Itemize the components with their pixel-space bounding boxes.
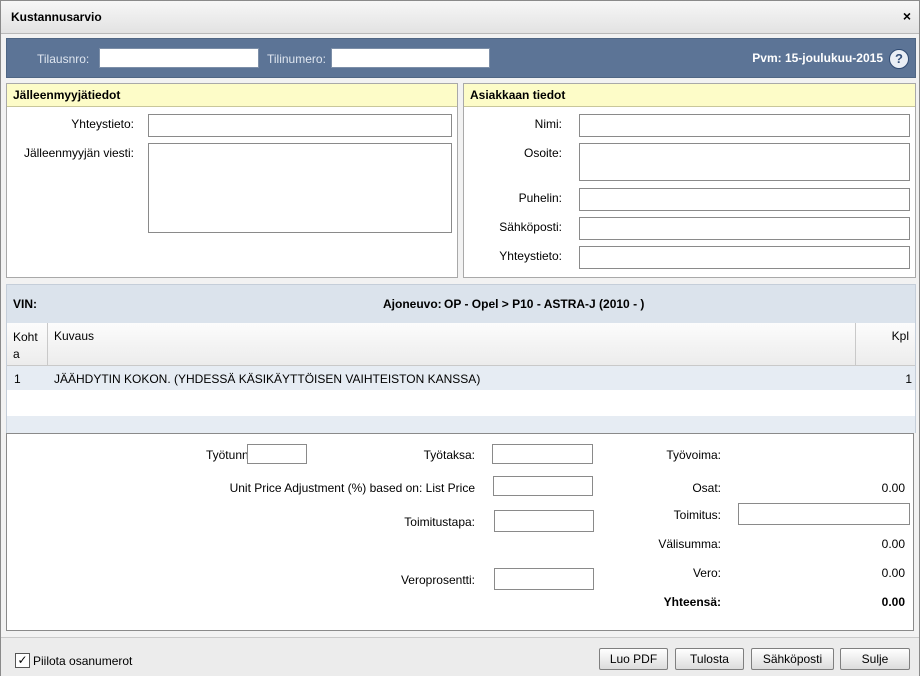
- tax-percent-label: Veroprosentti:: [400, 573, 475, 587]
- print-button[interactable]: Tulosta: [675, 648, 744, 670]
- tax-percent-input[interactable]: [494, 568, 594, 590]
- parts-value: 0.00: [881, 481, 905, 495]
- customer-name-input[interactable]: [579, 114, 910, 137]
- totals-section: Työtunnit: Työtaksa: Unit Price Adjustme…: [6, 433, 914, 631]
- customer-phone-label: Puhelin:: [518, 191, 562, 205]
- customer-contact-label: Yhteystieto:: [499, 249, 562, 263]
- reseller-contact-input[interactable]: [148, 114, 452, 137]
- date-text: Pvm: 15-joulukuu-2015: [752, 51, 883, 65]
- table-row-empty: [7, 390, 915, 416]
- close-icon[interactable]: ×: [903, 8, 911, 24]
- vehicle-label: Ajoneuvo:: [383, 297, 442, 311]
- footer-bar: ✓ Piilota osanumerot Luo PDF Tulosta Säh…: [1, 637, 919, 676]
- total-label: Yhteensä:: [663, 595, 721, 609]
- customer-panel: Asiakkaan tiedot Nimi: Osoite: Puhelin: …: [463, 83, 916, 278]
- reseller-message-textarea[interactable]: [148, 143, 452, 233]
- col-header-description[interactable]: Kuvaus: [48, 323, 856, 365]
- items-table: Koht a Kuvaus Kpl 1 JÄÄHDYTIN KOKON. (YH…: [6, 323, 916, 433]
- subtotal-label: Välisumma:: [658, 537, 721, 551]
- customer-address-input[interactable]: [579, 143, 910, 181]
- vehicle-value: OP - Opel > P10 - ASTRA-J (2010 - ): [444, 297, 645, 311]
- customer-email-input[interactable]: [579, 217, 910, 240]
- subtotal-value: 0.00: [881, 537, 905, 551]
- title-bar[interactable]: Kustannusarvio ×: [1, 1, 919, 34]
- hide-part-numbers-checkbox[interactable]: ✓: [15, 653, 30, 668]
- dialog-title: Kustannusarvio: [11, 10, 102, 24]
- price-adjust-input[interactable]: [493, 476, 593, 496]
- col-header-qty[interactable]: Kpl: [856, 323, 915, 365]
- delivery-method-label: Toimitustapa:: [404, 515, 475, 529]
- table-row[interactable]: 1 JÄÄHDYTIN KOKON. (YHDESSÄ KÄSIKÄYTTÖIS…: [7, 366, 915, 390]
- order-no-label: Tilausnro:: [37, 52, 90, 66]
- vehicle-bar: VIN: Ajoneuvo: OP - Opel > P10 - ASTRA-J…: [6, 284, 916, 324]
- help-icon[interactable]: ?: [889, 49, 909, 69]
- order-no-input[interactable]: [99, 48, 259, 68]
- price-adjust-label: Unit Price Adjustment (%) based on: List…: [229, 481, 475, 495]
- col-header-item[interactable]: Koht a: [7, 323, 48, 365]
- table-row-empty: [7, 416, 915, 433]
- order-bar: Tilausnro: Tilinumero: Pvm: 15-joulukuu-…: [6, 38, 916, 78]
- reseller-message-label: Jälleenmyyjän viesti:: [23, 146, 134, 160]
- vin-label: VIN:: [13, 297, 37, 311]
- hide-part-numbers-label[interactable]: Piilota osanumerot: [33, 654, 132, 668]
- account-no-input[interactable]: [331, 48, 490, 68]
- work-rate-label: Työtaksa:: [423, 448, 475, 462]
- work-hours-input[interactable]: [247, 444, 307, 464]
- customer-email-label: Sähköposti:: [499, 220, 562, 234]
- customer-phone-input[interactable]: [579, 188, 910, 211]
- total-value: 0.00: [881, 595, 905, 609]
- row-qty: 1: [905, 372, 912, 386]
- work-rate-input[interactable]: [492, 444, 593, 464]
- labour-label: Työvoima:: [666, 448, 721, 462]
- customer-address-label: Osoite:: [523, 146, 562, 160]
- parts-label: Osat:: [692, 481, 721, 495]
- delivery-cost-input[interactable]: [738, 503, 910, 525]
- reseller-panel: Jälleenmyyjätiedot Yhteystieto: Jälleenm…: [6, 83, 458, 278]
- close-button[interactable]: Sulje: [840, 648, 910, 670]
- reseller-contact-label: Yhteystieto:: [71, 117, 134, 131]
- account-no-label: Tilinumero:: [267, 52, 326, 66]
- table-header: Koht a Kuvaus Kpl: [7, 323, 915, 366]
- delivery-method-select[interactable]: [494, 510, 594, 532]
- row-description: JÄÄHDYTIN KOKON. (YHDESSÄ KÄSIKÄYTTÖISEN…: [54, 372, 481, 386]
- create-pdf-button[interactable]: Luo PDF: [599, 648, 668, 670]
- tax-label: Vero:: [692, 566, 721, 580]
- customer-panel-title: Asiakkaan tiedot: [464, 84, 915, 107]
- delivery-label: Toimitus:: [673, 508, 721, 522]
- tax-value: 0.00: [881, 566, 905, 580]
- customer-contact-input[interactable]: [579, 246, 910, 269]
- customer-name-label: Nimi:: [534, 117, 562, 131]
- row-item: 1: [14, 372, 21, 386]
- reseller-panel-title: Jälleenmyyjätiedot: [7, 84, 457, 107]
- email-button[interactable]: Sähköposti: [751, 648, 834, 670]
- estimate-dialog: Kustannusarvio × Tilausnro: Tilinumero: …: [0, 0, 920, 676]
